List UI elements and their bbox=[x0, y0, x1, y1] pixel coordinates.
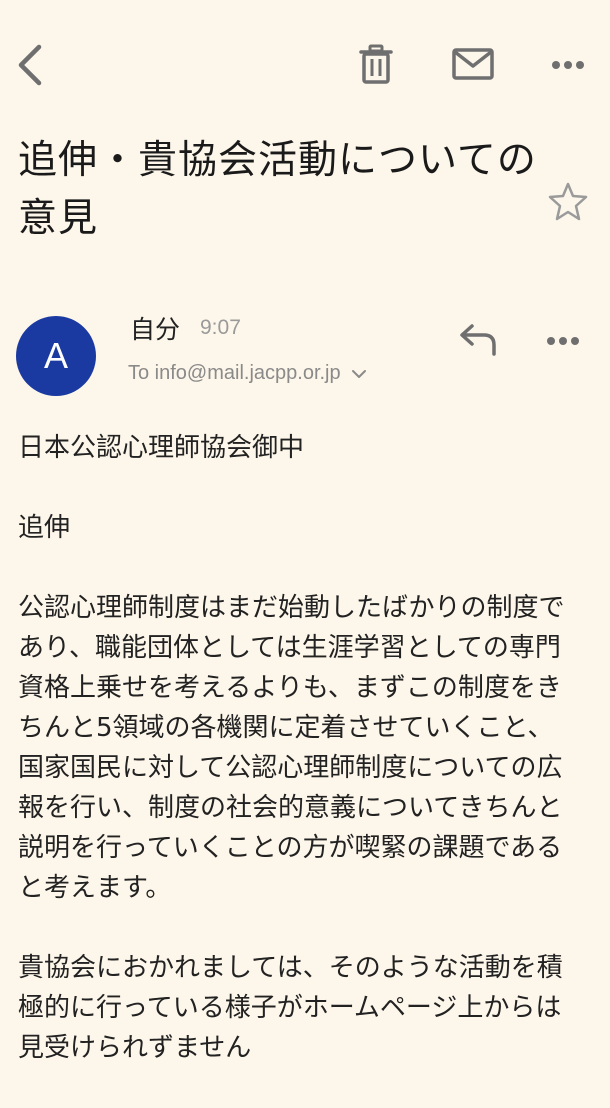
more-horizontal-icon bbox=[547, 337, 579, 345]
trash-icon bbox=[359, 44, 393, 84]
more-horizontal-icon bbox=[552, 61, 584, 69]
toolbar bbox=[0, 0, 610, 130]
body-salutation: 日本公認心理師協会御中 bbox=[18, 433, 305, 463]
mark-unread-button[interactable] bbox=[450, 44, 496, 84]
recipient-text: To info@mail.jacpp.or.jp bbox=[128, 362, 341, 384]
chevron-left-icon bbox=[18, 44, 42, 86]
body-paragraph: 貴協会におかれましては、そのような活動を積極的に行っている様子がホームページ上か… bbox=[18, 953, 563, 1063]
email-subject: 追伸・貴協会活動についての意見 bbox=[18, 138, 537, 241]
email-body: 日本公認心理師協会御中 追伸 公認心理師制度はまだ始動したばかりの制度であり、職… bbox=[18, 428, 578, 1108]
sent-time: 9:07 bbox=[200, 316, 241, 339]
avatar-letter: A bbox=[43, 335, 68, 376]
message-more-button[interactable] bbox=[546, 326, 590, 356]
star-button[interactable] bbox=[546, 180, 590, 224]
body-paragraph: 追伸 bbox=[18, 513, 71, 543]
avatar[interactable]: A bbox=[16, 316, 96, 396]
body-paragraph: 公認心理師制度はまだ始動したばかりの制度であり、職能団体としては生涯学習としての… bbox=[18, 593, 565, 903]
chevron-down-icon bbox=[351, 369, 367, 379]
recipient-details[interactable]: To info@mail.jacpp.or.jp bbox=[128, 362, 367, 385]
more-options-button[interactable] bbox=[546, 50, 590, 80]
star-icon bbox=[548, 182, 588, 221]
sender-name: 自分 bbox=[130, 315, 181, 344]
reply-icon bbox=[460, 324, 496, 356]
back-button[interactable] bbox=[8, 40, 52, 90]
envelope-icon bbox=[452, 48, 494, 80]
reply-button[interactable] bbox=[458, 322, 504, 362]
delete-button[interactable] bbox=[356, 42, 396, 86]
